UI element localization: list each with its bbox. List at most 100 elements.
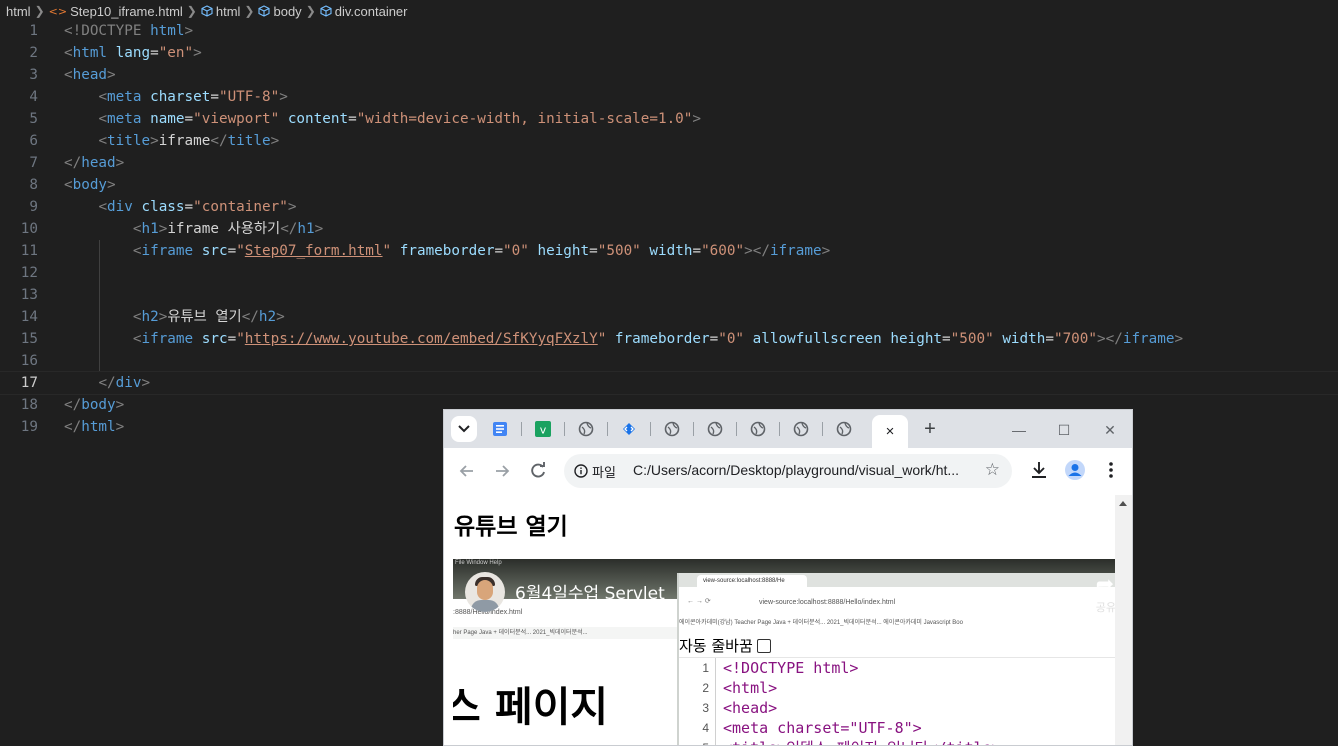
src-link[interactable]: Step07_form.html bbox=[245, 243, 383, 259]
video-inner-addressbar: ← → ⟳ view-source:localhost:8888/Hello/i… bbox=[679, 595, 1116, 613]
profile-avatar-icon[interactable] bbox=[1064, 459, 1086, 481]
code-text: <html lang="en"> bbox=[64, 45, 202, 61]
video-inner-tabstrip: view-source:localhost:8888/He bbox=[679, 573, 1116, 587]
breadcrumb-item-div[interactable]: div.container bbox=[320, 4, 408, 19]
video-left-pane: :8888/Hello/index.html her Page Java + 데… bbox=[453, 599, 677, 745]
tab-divider bbox=[607, 422, 608, 436]
code-line[interactable]: 8 <body> bbox=[0, 174, 1338, 196]
forward-arrow-icon[interactable] bbox=[491, 460, 513, 482]
line-number: 10 bbox=[20, 221, 38, 237]
code-line[interactable]: 6 <title>iframe</title> bbox=[0, 130, 1338, 152]
code-line[interactable]: 12 bbox=[0, 262, 1338, 284]
video-left-bookmarks: her Page Java + 데이터분석... 2021_빅데이터분석... bbox=[453, 627, 677, 639]
symbol-cube-icon bbox=[320, 5, 332, 17]
code-text: </div> bbox=[98, 375, 151, 391]
minimize-button[interactable]: — bbox=[1008, 419, 1030, 441]
code-text: <title>iframe</title> bbox=[98, 133, 280, 149]
code-line[interactable]: 4 <meta charset="UTF-8"> bbox=[0, 86, 1338, 108]
maximize-button[interactable]: ☐ bbox=[1053, 419, 1075, 441]
globe-icon[interactable] bbox=[750, 421, 766, 437]
breadcrumb-item-folder[interactable]: html bbox=[6, 4, 31, 19]
new-tab-button[interactable]: + bbox=[919, 418, 941, 440]
url-text[interactable]: C:/Users/acorn/Desktop/playground/visual… bbox=[633, 462, 959, 478]
tab-search-button[interactable] bbox=[451, 416, 477, 442]
tab-divider bbox=[736, 422, 737, 436]
code-line[interactable]: 13 bbox=[0, 284, 1338, 306]
code-line[interactable]: 1 <!DOCTYPE html> bbox=[0, 20, 1338, 42]
chevron-right-icon: ❯ bbox=[305, 4, 316, 18]
globe-icon[interactable] bbox=[707, 421, 723, 437]
code-line[interactable]: 3 <head> bbox=[0, 64, 1338, 86]
code-line[interactable]: 2 <html lang="en"> bbox=[0, 42, 1338, 64]
channel-avatar[interactable] bbox=[465, 572, 505, 612]
code-line[interactable]: 9 <div class="container"> bbox=[0, 196, 1338, 218]
chevron-right-icon: ❯ bbox=[34, 4, 45, 18]
tab-active[interactable]: × bbox=[872, 415, 908, 448]
globe-icon[interactable] bbox=[793, 421, 809, 437]
html-file-icon: <> bbox=[48, 4, 68, 18]
code-text: <meta name="viewport" content="width=dev… bbox=[98, 111, 702, 127]
site-info-chip[interactable]: 파일 bbox=[574, 461, 616, 481]
source-line: 2 <html> bbox=[702, 679, 778, 697]
reload-icon[interactable] bbox=[527, 460, 549, 482]
chevron-right-icon: ❯ bbox=[186, 4, 197, 18]
video-title[interactable]: 6월4일수업 Servlet bbox=[515, 579, 665, 604]
code-line[interactable]: 15 <iframe src="https://www.youtube.com/… bbox=[0, 328, 1338, 350]
browser-window[interactable]: v × + — ☐ ✕ 파일 C:/Users/acorn/Desktop/pl… bbox=[443, 409, 1133, 746]
line-number: 2 bbox=[29, 45, 38, 61]
tab-divider bbox=[822, 422, 823, 436]
code-text: <h2>유튜브 열기</h2> bbox=[132, 309, 285, 325]
code-editor[interactable]: 1 <!DOCTYPE html> 2 <html lang="en"> 3 <hea… bbox=[0, 20, 1338, 438]
youtube-embed[interactable]: File Window Help :8888/Hello/index.html … bbox=[453, 559, 1116, 745]
chevron-right-icon: ❯ bbox=[244, 4, 255, 18]
code-text: <h1>iframe 사용하기</h1> bbox=[132, 221, 324, 237]
breadcrumb-item-html[interactable]: html bbox=[201, 4, 240, 19]
globe-icon[interactable] bbox=[664, 421, 680, 437]
breadcrumb-label: body bbox=[273, 3, 302, 19]
wrap-toggle: 자동 줄바꿈 bbox=[679, 635, 771, 656]
vertical-scrollbar[interactable] bbox=[1115, 495, 1132, 745]
symbol-cube-icon bbox=[258, 5, 271, 17]
page-heading: 유튜브 열기 bbox=[454, 514, 568, 540]
src-link[interactable]: https://www.youtube.com/embed/SfKYyqFXzl… bbox=[245, 331, 598, 347]
docs-icon[interactable] bbox=[492, 421, 508, 437]
close-window-button[interactable]: ✕ bbox=[1099, 419, 1121, 441]
line-number: 11 bbox=[20, 243, 38, 259]
code-line[interactable]: 16 bbox=[0, 350, 1338, 372]
vim-icon[interactable]: v bbox=[535, 421, 551, 437]
bookmark-star-icon[interactable]: ☆ bbox=[985, 460, 1000, 480]
code-line[interactable]: 7 </head> bbox=[0, 152, 1338, 174]
chevron-down-icon bbox=[458, 425, 470, 433]
page-viewport[interactable]: 유튜브 열기 File Window Help :8888/Hello/inde… bbox=[444, 495, 1116, 745]
globe-icon[interactable] bbox=[836, 421, 852, 437]
back-arrow-icon[interactable] bbox=[456, 460, 478, 482]
breadcrumb-item-body[interactable]: body bbox=[258, 3, 302, 19]
line-number: 17 bbox=[20, 375, 38, 391]
code-line[interactable]: 5 <meta name="viewport" content="width=d… bbox=[0, 108, 1338, 130]
code-line[interactable]: 10 <h1>iframe 사용하기</h1> bbox=[0, 218, 1338, 240]
video-inner-bookmarks: 에이콘아카데미(강남) Teacher Page Java + 데이터분석...… bbox=[679, 620, 963, 626]
tab-divider bbox=[564, 422, 565, 436]
code-line[interactable]: 14 <h2>유튜브 열기</h2> bbox=[0, 306, 1338, 328]
share-icon[interactable]: ➦ bbox=[1096, 571, 1114, 597]
share-label[interactable]: 공유 bbox=[1096, 599, 1116, 615]
code-diamond-icon[interactable] bbox=[621, 421, 637, 437]
code-line[interactable]: 11 <iframe src="Step07_form.html" frameb… bbox=[0, 240, 1338, 262]
breadcrumb-label: html bbox=[6, 3, 31, 19]
tab-divider bbox=[650, 422, 651, 436]
download-icon[interactable] bbox=[1028, 459, 1050, 481]
code-text: <meta charset="UTF-8"> bbox=[98, 89, 288, 105]
address-bar[interactable]: 파일 C:/Users/acorn/Desktop/playground/vis… bbox=[564, 454, 1012, 488]
close-tab-icon[interactable]: × bbox=[886, 423, 895, 440]
breadcrumb-label: Step10_iframe.html bbox=[70, 3, 183, 19]
line-number: 15 bbox=[20, 331, 38, 347]
code-text: <iframe src="https://www.youtube.com/emb… bbox=[132, 331, 1184, 347]
line-number: 9 bbox=[29, 199, 38, 215]
line-number: 13 bbox=[20, 287, 38, 303]
breadcrumb-item-file[interactable]: <> Step10_iframe.html bbox=[49, 4, 183, 19]
kebab-menu-icon[interactable] bbox=[1100, 459, 1122, 481]
video-inner-browser: view-source:localhost:8888/He ← → ⟳ view… bbox=[677, 573, 1116, 745]
code-line-current[interactable]: 17 </div> bbox=[0, 371, 1338, 395]
globe-icon[interactable] bbox=[578, 421, 594, 437]
scroll-up-arrow-icon[interactable] bbox=[1119, 501, 1127, 506]
